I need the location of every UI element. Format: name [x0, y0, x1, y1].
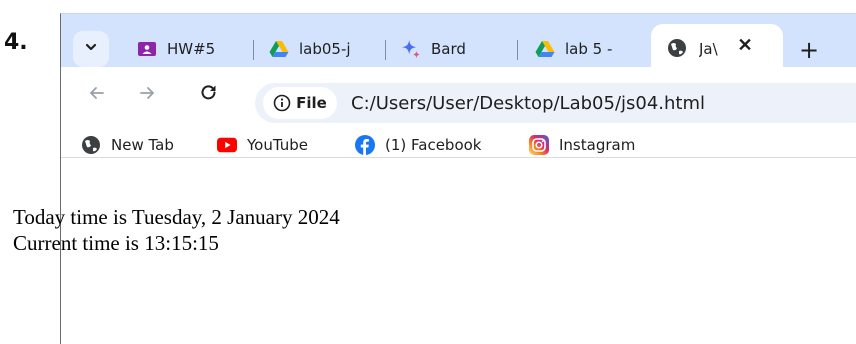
bookmark-youtube[interactable]: YouTube	[217, 133, 308, 157]
instagram-icon	[529, 135, 549, 155]
globe-icon	[81, 135, 101, 155]
new-tab-button[interactable]: +	[797, 36, 821, 64]
bookmark-facebook[interactable]: (1) Facebook	[355, 133, 482, 157]
tab-label: Ja\	[699, 40, 718, 58]
tab-search-button[interactable]	[73, 31, 109, 67]
bookmark-label: (1) Facebook	[385, 136, 482, 154]
google-drive-icon	[535, 39, 555, 59]
back-button[interactable]	[81, 79, 113, 111]
tab-lab5[interactable]: lab 5 -	[535, 31, 612, 67]
bookmark-label: New Tab	[111, 136, 174, 154]
date-line: Today time is Tuesday, 2 January 2024	[13, 205, 340, 229]
tab-lab05[interactable]: lab05-j	[269, 31, 353, 67]
bookmark-label: Instagram	[559, 136, 636, 154]
tab-active[interactable]: Ja\ ✕	[651, 24, 783, 67]
tab-label: lab 5 -	[565, 40, 613, 58]
step-number: 4.	[4, 30, 28, 55]
facebook-icon	[355, 135, 375, 155]
site-chip-label: File	[296, 94, 327, 112]
arrow-left-icon	[88, 84, 106, 107]
forward-button[interactable]	[131, 79, 163, 111]
info-icon	[273, 94, 291, 112]
tab-separator	[385, 40, 386, 60]
close-icon[interactable]: ✕	[735, 35, 755, 55]
google-classroom-icon	[137, 39, 157, 59]
url-text[interactable]: C:/Users/User/Desktop/Lab05/js04.html	[351, 93, 705, 114]
browser-window: HW#5 lab05-j Bard lab 5 - Ja\ ✕ + File C…	[60, 13, 856, 344]
page-content: Today time is Tuesday, 2 January 2024 Cu…	[13, 204, 340, 256]
bookmark-instagram[interactable]: Instagram	[529, 133, 635, 157]
time-line: Current time is 13:15:15	[13, 231, 219, 255]
bookmark-label: YouTube	[247, 136, 308, 154]
bookmark-new-tab[interactable]: New Tab	[81, 133, 174, 157]
reload-button[interactable]	[193, 79, 225, 111]
bookmarks-bar: New Tab YouTube (1) Facebook Instagram	[61, 127, 856, 157]
tab-bard[interactable]: Bard	[401, 31, 466, 67]
youtube-icon	[217, 135, 237, 155]
tab-separator	[253, 40, 254, 60]
chevron-down-icon	[84, 40, 98, 59]
address-bar[interactable]: File C:/Users/User/Desktop/Lab05/js04.ht…	[255, 83, 856, 123]
tab-label: HW#5	[167, 40, 216, 58]
arrow-right-icon	[138, 84, 156, 107]
globe-icon	[667, 38, 687, 63]
tab-separator	[517, 40, 518, 60]
tab-strip: HW#5 lab05-j Bard lab 5 - Ja\ ✕ +	[61, 14, 856, 67]
tab-label: Bard	[431, 40, 466, 58]
reload-icon	[199, 83, 219, 108]
site-info-chip[interactable]: File	[263, 87, 337, 119]
tab-label: lab05-j	[299, 40, 351, 58]
tab-hw5[interactable]: HW#5	[137, 31, 215, 67]
browser-toolbar: File C:/Users/User/Desktop/Lab05/js04.ht…	[61, 67, 856, 158]
bard-sparkle-icon	[401, 39, 421, 59]
google-drive-icon	[269, 39, 289, 59]
